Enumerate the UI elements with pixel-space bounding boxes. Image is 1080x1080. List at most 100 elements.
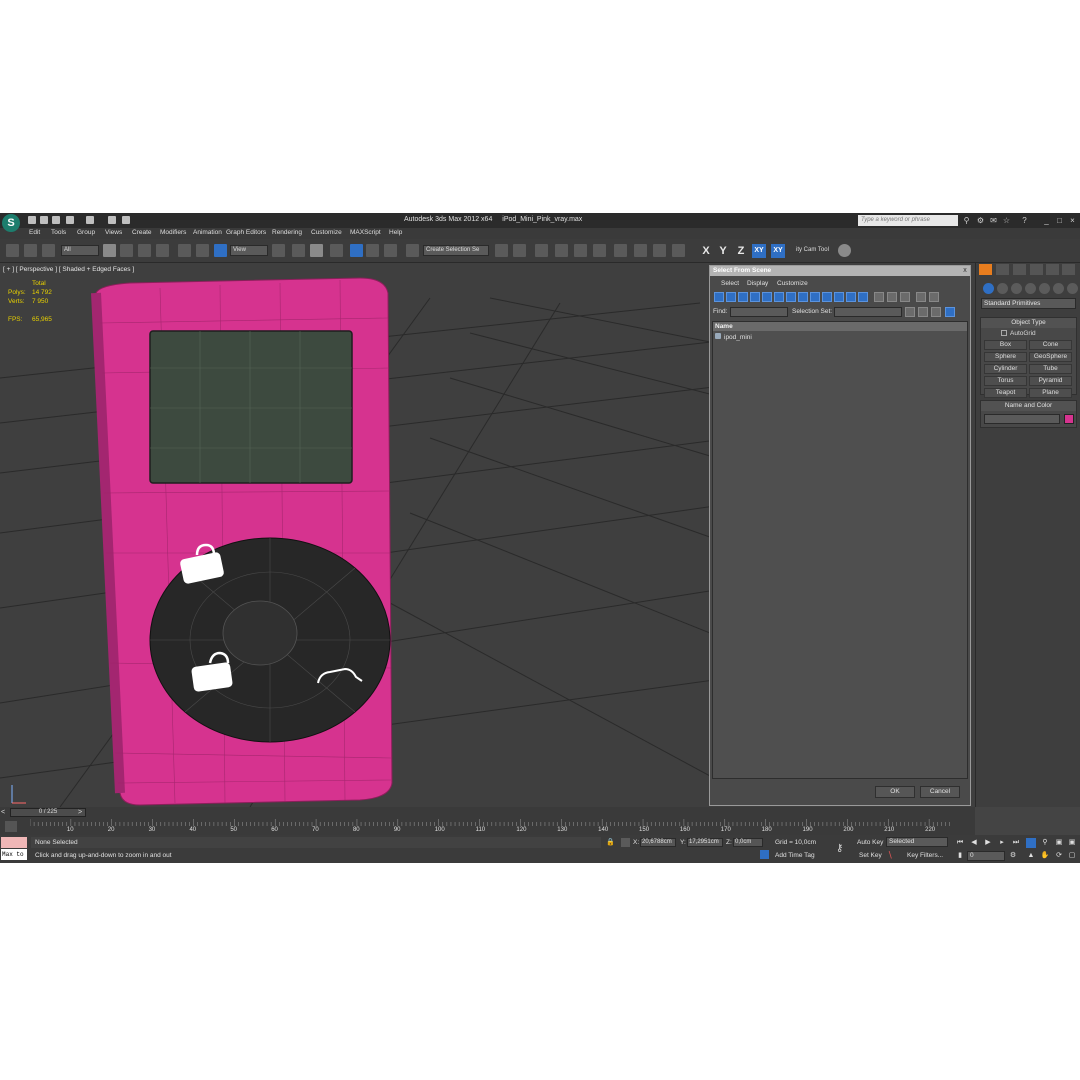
render-setup-icon[interactable] xyxy=(634,244,647,257)
add-time-tag-button[interactable]: Add Time Tag xyxy=(775,852,815,859)
x-coordinate-field[interactable]: 20,6788cm xyxy=(640,838,676,847)
sphere-button[interactable]: Sphere xyxy=(984,352,1027,362)
menu-create[interactable]: Create xyxy=(132,229,152,236)
camera-tool-label[interactable]: ity Cam Tool xyxy=(793,245,833,256)
display-space-warps-icon[interactable] xyxy=(774,292,784,302)
cone-button[interactable]: Cone xyxy=(1029,340,1072,350)
ok-button[interactable]: OK xyxy=(875,786,915,798)
menu-modifiers[interactable]: Modifiers xyxy=(160,229,186,236)
time-tag-icon[interactable] xyxy=(760,850,769,859)
object-color-swatch[interactable] xyxy=(1064,414,1074,424)
move-icon[interactable] xyxy=(178,244,191,257)
axis-y-button[interactable]: Y xyxy=(716,244,730,258)
key-icon[interactable]: ⚷ xyxy=(836,843,850,855)
menu-group[interactable]: Group xyxy=(77,229,95,236)
next-frame-arrow-icon[interactable]: > xyxy=(78,809,86,816)
motion-tab[interactable] xyxy=(1030,264,1043,275)
display-frozen-icon[interactable] xyxy=(834,292,844,302)
search-icon[interactable]: ⚲ xyxy=(962,216,971,225)
dialog-menu-customize[interactable]: Customize xyxy=(777,280,808,287)
geometry-icon[interactable] xyxy=(983,283,994,294)
curve-editor-icon[interactable] xyxy=(574,244,587,257)
scene-object-list[interactable]: Name ipod_mini xyxy=(712,321,968,779)
axis-z-button[interactable]: Z xyxy=(734,244,748,258)
mirror-icon[interactable] xyxy=(495,244,508,257)
lock-selection-icon[interactable]: 🔒 xyxy=(606,838,615,847)
plane-button[interactable]: Plane xyxy=(1029,388,1072,398)
close-icon[interactable]: × xyxy=(1068,216,1077,225)
maximize-icon[interactable]: □ xyxy=(1055,216,1064,225)
y-coordinate-field[interactable]: 17,2951cm xyxy=(687,838,723,847)
open-file-icon[interactable] xyxy=(40,216,48,224)
display-helpers-icon[interactable] xyxy=(762,292,772,302)
menu-maxscript[interactable]: MAXScript xyxy=(350,229,381,236)
filter-icon[interactable] xyxy=(916,292,926,302)
display-hidden-icon[interactable] xyxy=(846,292,856,302)
torus-button[interactable]: Torus xyxy=(984,376,1027,386)
sync-selection-icon[interactable] xyxy=(945,307,955,317)
display-containers-icon[interactable] xyxy=(822,292,832,302)
tube-button[interactable]: Tube xyxy=(1029,364,1072,374)
helpers-icon[interactable] xyxy=(1039,283,1050,294)
set-key-button[interactable]: Set Key xyxy=(859,852,882,859)
maxscript-listener-input[interactable] xyxy=(1,837,27,848)
remove-selection-set-icon[interactable] xyxy=(918,307,928,317)
orbit-icon[interactable]: ⟳ xyxy=(1054,851,1064,861)
next-frame-icon[interactable]: ▸ xyxy=(997,838,1007,848)
percent-snap-icon[interactable] xyxy=(366,244,379,257)
layer-manager-icon[interactable] xyxy=(535,244,548,257)
set-key-icon[interactable]: ∖ xyxy=(887,850,897,860)
menu-help[interactable]: Help xyxy=(389,229,402,236)
systems-icon[interactable] xyxy=(1067,283,1078,294)
select-none-icon[interactable] xyxy=(887,292,897,302)
menu-animation[interactable]: Animation xyxy=(193,229,222,236)
teapot-button[interactable]: Teapot xyxy=(984,388,1027,398)
add-to-set-icon[interactable] xyxy=(931,307,941,317)
zoom-icon[interactable] xyxy=(1026,838,1036,848)
previous-frame-arrow-icon[interactable]: < xyxy=(1,809,9,816)
key-mode-dropdown[interactable]: Selected xyxy=(886,837,948,847)
quick-access-menu-icon[interactable] xyxy=(122,216,130,224)
lights-icon[interactable] xyxy=(1011,283,1022,294)
zoom-extents-icon[interactable]: ▣ xyxy=(1054,838,1064,848)
create-selection-set-icon[interactable] xyxy=(905,307,915,317)
subscription-icon[interactable]: ⚙ xyxy=(976,216,985,225)
go-to-start-icon[interactable]: ⏮ xyxy=(955,838,965,848)
find-input[interactable] xyxy=(730,307,788,317)
filter-options-icon[interactable] xyxy=(929,292,939,302)
menu-customize[interactable]: Customize xyxy=(311,229,342,236)
axis-xy-plane-button[interactable]: XY xyxy=(771,244,785,258)
display-geometry-icon[interactable] xyxy=(714,292,724,302)
communication-icon[interactable]: ✉ xyxy=(989,216,998,225)
selection-filter-dropdown[interactable]: All xyxy=(61,245,99,256)
current-frame-field[interactable]: 0 xyxy=(967,851,1005,861)
edit-named-selections-icon[interactable] xyxy=(406,244,419,257)
align-icon[interactable] xyxy=(513,244,526,257)
maxscript-mini-listener[interactable]: Max to xyxy=(1,849,27,860)
display-tab[interactable] xyxy=(1046,264,1059,275)
auto-key-button[interactable]: Auto Key xyxy=(857,839,883,846)
project-folder-icon[interactable] xyxy=(108,216,116,224)
timeline-ruler[interactable]: 10 20 30 40 50 60 70 80 90 100 110 120 130 140 150 160 1… xyxy=(30,819,970,834)
graphite-modeling-icon[interactable] xyxy=(555,244,568,257)
render-production-icon[interactable] xyxy=(672,244,685,257)
display-lights-icon[interactable] xyxy=(738,292,748,302)
angle-snap-icon[interactable] xyxy=(350,244,363,257)
dialog-title[interactable]: Select From Scene xyxy=(710,266,970,276)
name-and-color-title[interactable]: Name and Color xyxy=(981,401,1076,411)
utilities-tab[interactable] xyxy=(1062,264,1075,275)
list-item[interactable]: ipod_mini xyxy=(715,333,752,341)
viewport-label[interactable]: [ + ] [ Perspective ] [ Shaded + Edged F… xyxy=(3,266,134,273)
snaps-toggle-icon[interactable] xyxy=(330,244,343,257)
object-name-input[interactable] xyxy=(984,414,1060,424)
keyboard-shortcut-override-icon[interactable] xyxy=(310,244,323,257)
absolute-mode-icon[interactable] xyxy=(621,838,630,847)
menu-tools[interactable]: Tools xyxy=(51,229,66,236)
app-logo-button[interactable]: S xyxy=(2,214,20,232)
column-header-name[interactable]: Name xyxy=(713,322,967,331)
autogrid-checkbox[interactable]: AutoGrid xyxy=(1001,330,1036,337)
display-xrefs-icon[interactable] xyxy=(798,292,808,302)
new-file-icon[interactable] xyxy=(28,216,36,224)
time-slider[interactable]: < 0 / 225 > xyxy=(0,807,975,818)
minimize-icon[interactable]: _ xyxy=(1042,216,1051,225)
